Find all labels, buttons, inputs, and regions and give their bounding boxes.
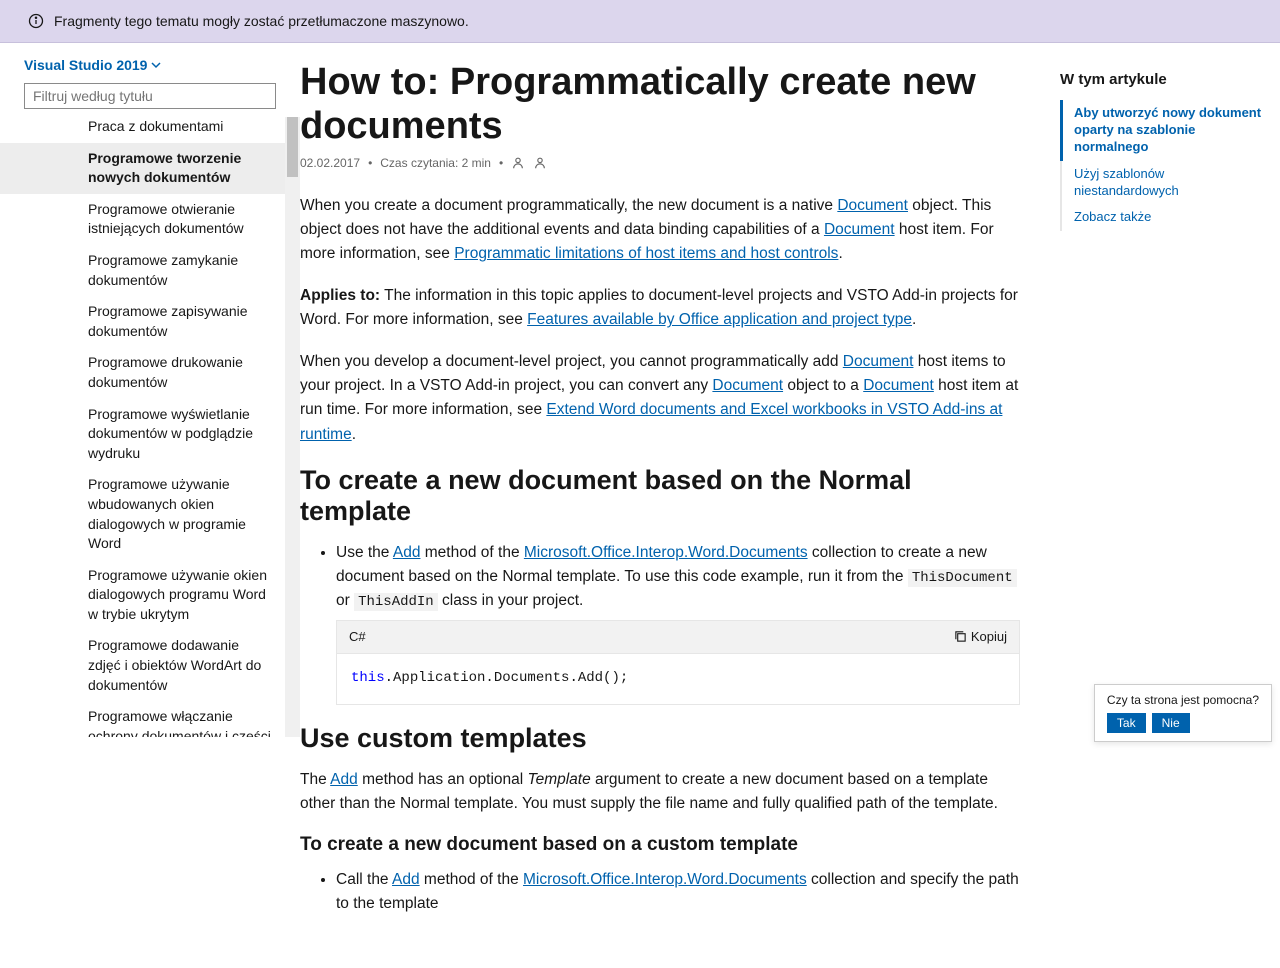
list-item: Call the Add method of the Microsoft.Off… (336, 868, 1020, 916)
section-heading: Use custom templates (300, 723, 1020, 754)
link-features[interactable]: Features available by Office application… (527, 311, 912, 328)
sidebar: Visual Studio 2019 Praca z dokumentamiPr… (0, 43, 300, 968)
code-lang: C# (349, 627, 366, 647)
info-icon (28, 13, 44, 29)
link-document[interactable]: Document (712, 377, 783, 394)
feedback-no-button[interactable]: Nie (1152, 713, 1190, 733)
read-time: Czas czytania: 2 min (380, 156, 491, 170)
toc-title: W tym artykule (1060, 71, 1264, 88)
paragraph: When you develop a document-level projec… (300, 350, 1020, 446)
toc-item[interactable]: Zobacz także (1062, 204, 1264, 231)
feedback-panel: Czy ta strona jest pomocna? Tak Nie (1094, 684, 1272, 742)
link-interop-documents[interactable]: Microsoft.Office.Interop.Word.Documents (523, 871, 807, 888)
code-block: C# Kopiuj this.Application.Documents.Add… (336, 620, 1020, 705)
banner-text: Fragmenty tego tematu mogły zostać przet… (54, 13, 469, 29)
paragraph: Applies to: The information in this topi… (300, 284, 1020, 332)
scrollbar-thumb[interactable] (287, 117, 298, 177)
code-inline: ThisAddIn (354, 593, 438, 611)
chevron-down-icon (151, 60, 161, 70)
link-document[interactable]: Document (863, 377, 934, 394)
sidebar-item[interactable]: Programowe tworzenie nowych dokumentów (0, 143, 285, 194)
article-meta: 02.02.2017 • Czas czytania: 2 min • (300, 156, 1020, 170)
paragraph: The Add method has an optional Template … (300, 768, 1020, 816)
article-main: How to: Programmatically create new docu… (300, 43, 1020, 968)
link-programmatic-limitations[interactable]: Programmatic limitations of host items a… (454, 245, 838, 262)
machine-translation-banner: Fragmenty tego tematu mogły zostać przet… (0, 0, 1280, 43)
contributor-icon (533, 156, 547, 170)
sidebar-item[interactable]: Programowe włączanie ochrony dokumentów … (0, 701, 285, 737)
link-document[interactable]: Document (824, 221, 895, 238)
sidebar-item[interactable]: Programowe używanie wbudowanych okien di… (0, 469, 285, 559)
nav-tree: Praca z dokumentamiProgramowe tworzenie … (0, 117, 300, 737)
link-add[interactable]: Add (330, 771, 358, 788)
copy-icon (954, 630, 967, 643)
link-document[interactable]: Document (837, 197, 908, 214)
link-add[interactable]: Add (393, 544, 421, 561)
sidebar-item[interactable]: Programowe zapisywanie dokumentów (0, 296, 285, 347)
toc-item[interactable]: Użyj szablonów niestandardowych (1062, 161, 1264, 205)
sidebar-item[interactable]: Programowe zamykanie dokumentów (0, 245, 285, 296)
sidebar-item[interactable]: Programowe drukowanie dokumentów (0, 347, 285, 398)
article-date: 02.02.2017 (300, 156, 360, 170)
page-title: How to: Programmatically create new docu… (300, 61, 1020, 148)
code-inline: ThisDocument (908, 569, 1017, 587)
copy-button[interactable]: Kopiuj (954, 627, 1007, 647)
link-add[interactable]: Add (392, 871, 420, 888)
feedback-yes-button[interactable]: Tak (1107, 713, 1146, 733)
code-content: this.Application.Documents.Add(); (337, 654, 1019, 704)
feedback-question: Czy ta strona jest pomocna? (1107, 693, 1259, 707)
toc-item[interactable]: Aby utworzyć nowy dokument oparty na sza… (1060, 100, 1264, 161)
sidebar-item[interactable]: Praca z dokumentami (0, 117, 285, 143)
sidebar-item[interactable]: Programowe używanie okien dialogowych pr… (0, 560, 285, 631)
sidebar-item[interactable]: Programowe otwieranie istniejących dokum… (0, 194, 285, 245)
toc-link[interactable]: Aby utworzyć nowy dokument oparty na sza… (1074, 105, 1261, 154)
toc-link[interactable]: Zobacz także (1074, 209, 1151, 224)
sidebar-item[interactable]: Programowe dodawanie zdjęć i obiektów Wo… (0, 630, 285, 701)
link-document[interactable]: Document (843, 353, 914, 370)
contributor-icon (511, 156, 525, 170)
link-interop-documents[interactable]: Microsoft.Office.Interop.Word.Documents (524, 544, 808, 561)
version-selector[interactable]: Visual Studio 2019 (24, 57, 161, 73)
paragraph: When you create a document programmatica… (300, 194, 1020, 266)
filter-input[interactable] (24, 83, 276, 109)
list-item: Use the Add method of the Microsoft.Offi… (336, 541, 1020, 705)
scrollbar-track[interactable] (285, 117, 300, 737)
section-heading: To create a new document based on the No… (300, 465, 1020, 527)
toc-link[interactable]: Użyj szablonów niestandardowych (1074, 166, 1179, 198)
sidebar-item[interactable]: Programowe wyświetlanie dokumentów w pod… (0, 399, 285, 470)
in-this-article: W tym artykule Aby utworzyć nowy dokumen… (1060, 43, 1280, 968)
sub-heading: To create a new document based on a cust… (300, 834, 1020, 856)
